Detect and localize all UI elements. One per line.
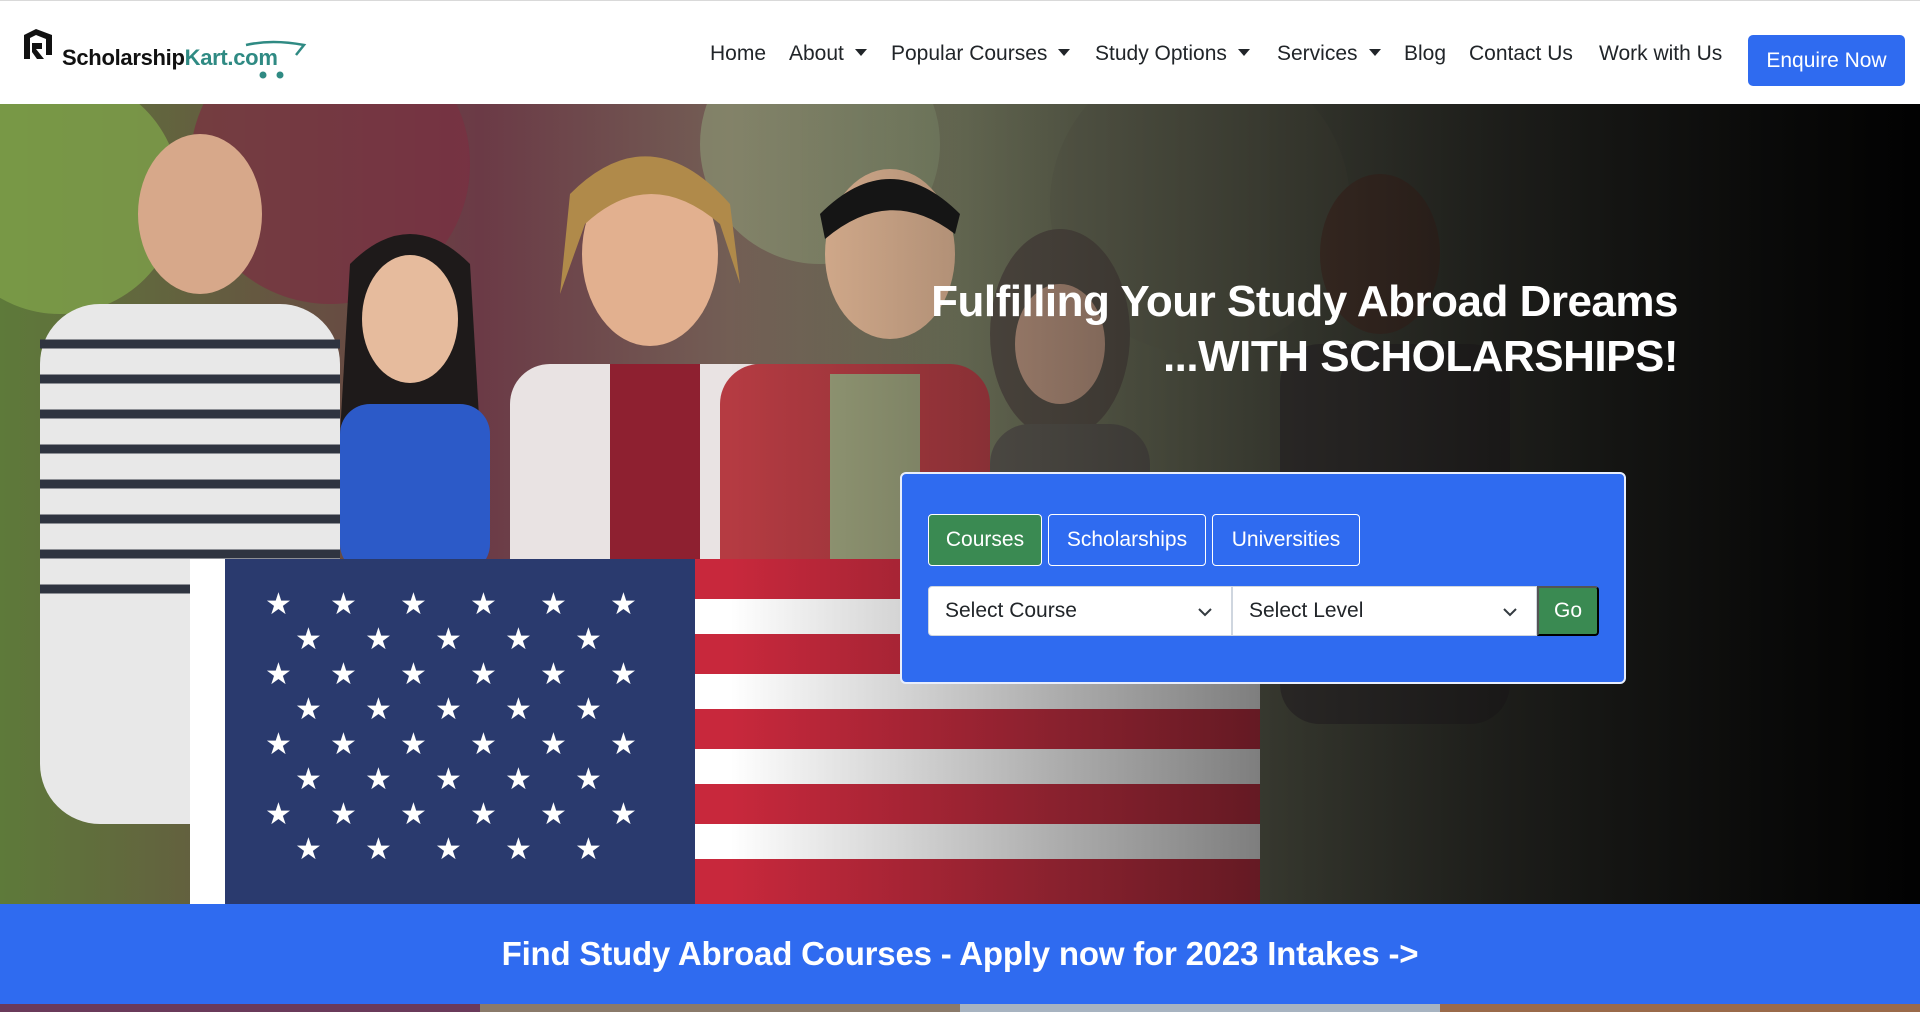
main-nav: Home About Popular Courses Study Options…	[0, 40, 1920, 70]
next-section-preview	[0, 1004, 1920, 1012]
level-select[interactable]: Select Level	[1232, 586, 1537, 636]
chevron-down-icon	[1503, 608, 1517, 617]
course-select[interactable]: Select Course	[928, 586, 1232, 636]
nav-blog[interactable]: Blog	[1404, 40, 1446, 68]
nav-study-options[interactable]: Study Options	[1095, 40, 1250, 68]
nav-popular-courses[interactable]: Popular Courses	[891, 40, 1071, 68]
nav-services[interactable]: Services	[1277, 40, 1381, 68]
hero-title: Fulfilling Your Study Abroad Dreams ...W…	[931, 277, 1678, 381]
search-card: Courses Scholarships Universities Select…	[900, 472, 1626, 684]
nav-home[interactable]: Home	[710, 40, 766, 68]
find-courses-banner[interactable]: Find Study Abroad Courses - Apply now fo…	[0, 904, 1920, 1004]
nav-work-with-us[interactable]: Work with Us	[1599, 40, 1722, 68]
chevron-down-icon	[854, 49, 867, 56]
chevron-down-icon	[1237, 49, 1250, 56]
chevron-down-icon	[1368, 49, 1381, 56]
chevron-down-icon	[1198, 608, 1212, 617]
go-button[interactable]: Go	[1537, 586, 1599, 636]
enquire-now-button[interactable]: Enquire Now	[1748, 35, 1905, 86]
nav-contact-us[interactable]: Contact Us	[1469, 40, 1573, 68]
tab-universities[interactable]: Universities	[1212, 514, 1360, 566]
tab-scholarships[interactable]: Scholarships	[1048, 514, 1206, 566]
top-navbar: ScholarshipKart.com Home About Popular C…	[0, 0, 1920, 104]
tab-courses[interactable]: Courses	[928, 514, 1042, 566]
chevron-down-icon	[1058, 49, 1071, 56]
nav-about[interactable]: About	[789, 40, 867, 68]
hero-section: ★★★★★★ ★★★★★ ★★★★★★ ★★★★★ ★★★★★★ ★★★★★ ★…	[0, 104, 1920, 904]
